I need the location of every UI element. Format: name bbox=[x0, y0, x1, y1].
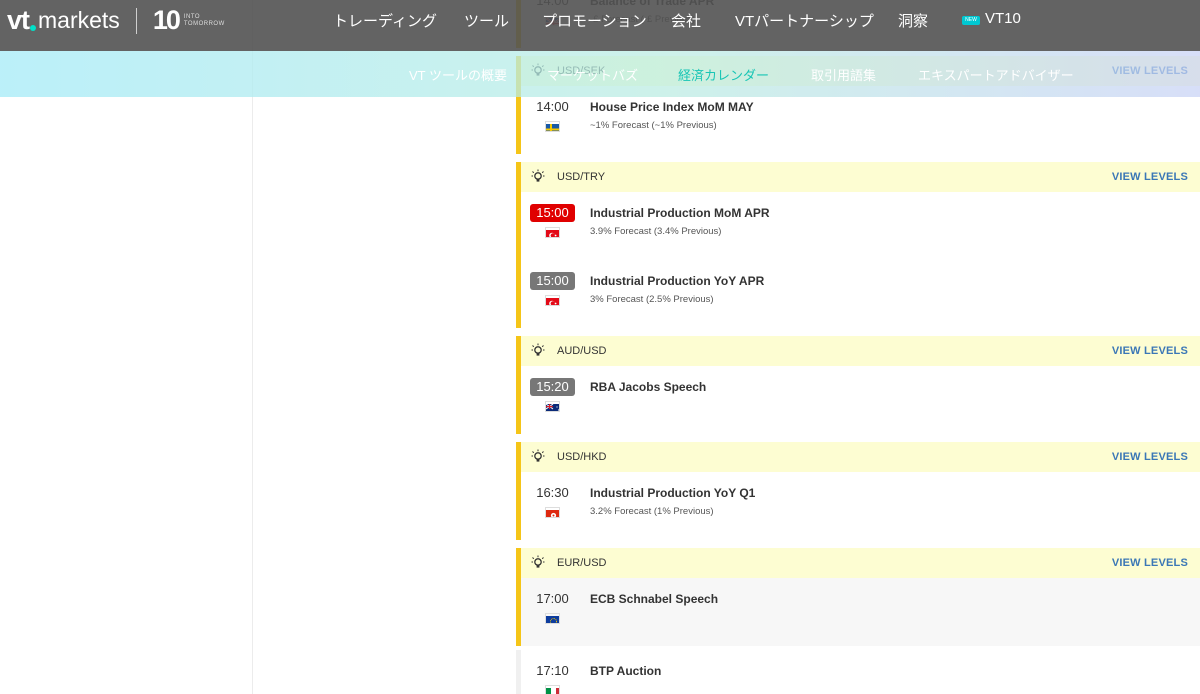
logo-separator bbox=[135, 7, 137, 34]
calendar-event[interactable]: 15:00 Industrial Production YoY APR 3% F… bbox=[521, 260, 1200, 328]
tr-flag-icon bbox=[545, 227, 560, 238]
event-time: 16:30 bbox=[536, 485, 569, 500]
event-time: 15:20 bbox=[530, 378, 575, 396]
new-badge: NEW bbox=[962, 16, 980, 25]
event-time: 15:00 bbox=[530, 272, 575, 290]
currency-group: EUR/USD VIEW LEVELS 17:00 ECB Schnabel S… bbox=[516, 548, 1200, 694]
au-flag-icon bbox=[545, 401, 560, 412]
view-levels-link[interactable]: VIEW LEVELS bbox=[1112, 171, 1188, 183]
logo-ten-years: 10 bbox=[152, 5, 181, 35]
subnav-glossary[interactable]: 取引用語集 bbox=[811, 65, 876, 84]
currency-group: USD/TRY VIEW LEVELS 15:00 Industrial Pro… bbox=[516, 162, 1200, 328]
currency-pair: EUR/USD bbox=[557, 557, 607, 569]
subnav-expert-advisor[interactable]: エキスパートアドバイザー bbox=[918, 65, 1074, 84]
event-time: 17:10 bbox=[536, 663, 569, 678]
event-name: RBA Jacobs Speech bbox=[590, 380, 707, 394]
event-time: 17:00 bbox=[536, 591, 569, 606]
event-name: Industrial Production YoY Q1 bbox=[590, 486, 756, 500]
view-levels-link[interactable]: VIEW LEVELS bbox=[1112, 451, 1188, 463]
view-levels-link[interactable]: VIEW LEVELS bbox=[1112, 557, 1188, 569]
calendar-event[interactable]: 17:00 ECB Schnabel Speech bbox=[516, 578, 1200, 646]
left-sidebar bbox=[0, 0, 253, 694]
logo-markets-text: markets bbox=[38, 7, 120, 33]
subnav-economic-calendar[interactable]: 経済カレンダー bbox=[678, 65, 769, 84]
eu-flag-icon bbox=[545, 613, 560, 624]
calendar-event[interactable]: 17:10 BTP Auction bbox=[516, 650, 1200, 694]
currency-group-header: AUD/USD VIEW LEVELS bbox=[521, 336, 1200, 366]
logo-tagline-line1: INTO bbox=[183, 13, 201, 20]
calendar-event[interactable]: 16:30 Industrial Production YoY Q1 3.2% … bbox=[521, 472, 1200, 540]
calendar-event[interactable]: 15:20 RBA Jacobs Speech bbox=[521, 366, 1200, 434]
event-time: 14:00 bbox=[536, 99, 569, 114]
nav-tools[interactable]: ツール bbox=[464, 10, 509, 31]
nav-promotion[interactable]: プロモーション bbox=[542, 10, 647, 31]
currency-group-header: USD/HKD VIEW LEVELS bbox=[521, 442, 1200, 472]
logo-tagline-line2: TOMORROW bbox=[183, 20, 225, 27]
nav-trading[interactable]: トレーディング bbox=[333, 10, 437, 31]
sub-navigation-bar: VT ツールの概要 マーケットバズ 経済カレンダー 取引用語集 エキスパートアド… bbox=[0, 51, 1200, 97]
event-forecast: 3.9% Forecast (3.4% Previous) bbox=[590, 226, 722, 237]
subnav-tools-overview[interactable]: VT ツールの概要 bbox=[409, 65, 507, 84]
event-name: House Price Index MoM MAY bbox=[590, 100, 754, 114]
event-forecast: ~1% Forecast (~1% Previous) bbox=[590, 120, 717, 131]
vt-markets-logo[interactable]: vt markets 10 INTO TOMORROW bbox=[7, 5, 225, 36]
currency-pair: USD/HKD bbox=[557, 451, 607, 463]
event-name: Industrial Production MoM APR bbox=[590, 206, 770, 220]
page: 14:00 Balance of Trade APR -£ Forecast (… bbox=[0, 0, 1200, 694]
currency-pair: USD/TRY bbox=[557, 171, 606, 183]
it-flag-icon bbox=[545, 685, 560, 694]
event-time: 15:00 bbox=[530, 204, 575, 222]
economic-calendar-list: 14:00 Balance of Trade APR -£ Forecast (… bbox=[516, 0, 1200, 694]
se-flag-icon bbox=[545, 121, 560, 132]
hk-flag-icon bbox=[545, 507, 560, 518]
event-name: BTP Auction bbox=[590, 664, 662, 678]
nav-partnership[interactable]: VTパートナーシップ bbox=[735, 10, 874, 31]
logo-dot bbox=[30, 24, 37, 31]
event-name: ECB Schnabel Speech bbox=[590, 592, 719, 606]
event-forecast: 3% Forecast (2.5% Previous) bbox=[590, 294, 714, 305]
nav-company[interactable]: 会社 bbox=[671, 10, 701, 31]
currency-group-header: USD/TRY VIEW LEVELS bbox=[521, 162, 1200, 192]
currency-pair: AUD/USD bbox=[557, 345, 607, 357]
subnav-market-buzz[interactable]: マーケットバズ bbox=[547, 65, 638, 84]
nav-vt10-label: VT10 bbox=[985, 10, 1021, 27]
currency-group: AUD/USD VIEW LEVELS 15:20 RBA Jacobs Spe… bbox=[516, 336, 1200, 434]
logo-vt-text: vt bbox=[7, 5, 30, 35]
currency-group: USD/HKD VIEW LEVELS 16:30 Industrial Pro… bbox=[516, 442, 1200, 540]
lightbulb-icon bbox=[531, 449, 545, 465]
tr-flag-icon bbox=[545, 295, 560, 306]
top-navigation-bar: vt markets 10 INTO TOMORROW トレーディング ツール … bbox=[0, 0, 1200, 51]
lightbulb-icon bbox=[531, 169, 545, 185]
lightbulb-icon bbox=[531, 555, 545, 571]
nav-vt10[interactable]: NEW VT10 bbox=[962, 10, 1021, 27]
logo-tagline: INTO TOMORROW bbox=[184, 14, 225, 28]
currency-group-header: EUR/USD VIEW LEVELS bbox=[516, 548, 1200, 578]
event-name: Industrial Production YoY APR bbox=[590, 274, 765, 288]
view-levels-link[interactable]: VIEW LEVELS bbox=[1112, 345, 1188, 357]
calendar-event[interactable]: 15:00 Industrial Production MoM APR 3.9%… bbox=[521, 192, 1200, 260]
lightbulb-icon bbox=[531, 343, 545, 359]
nav-insights[interactable]: 洞察 bbox=[898, 10, 928, 31]
event-forecast: 3.2% Forecast (1% Previous) bbox=[590, 506, 714, 517]
